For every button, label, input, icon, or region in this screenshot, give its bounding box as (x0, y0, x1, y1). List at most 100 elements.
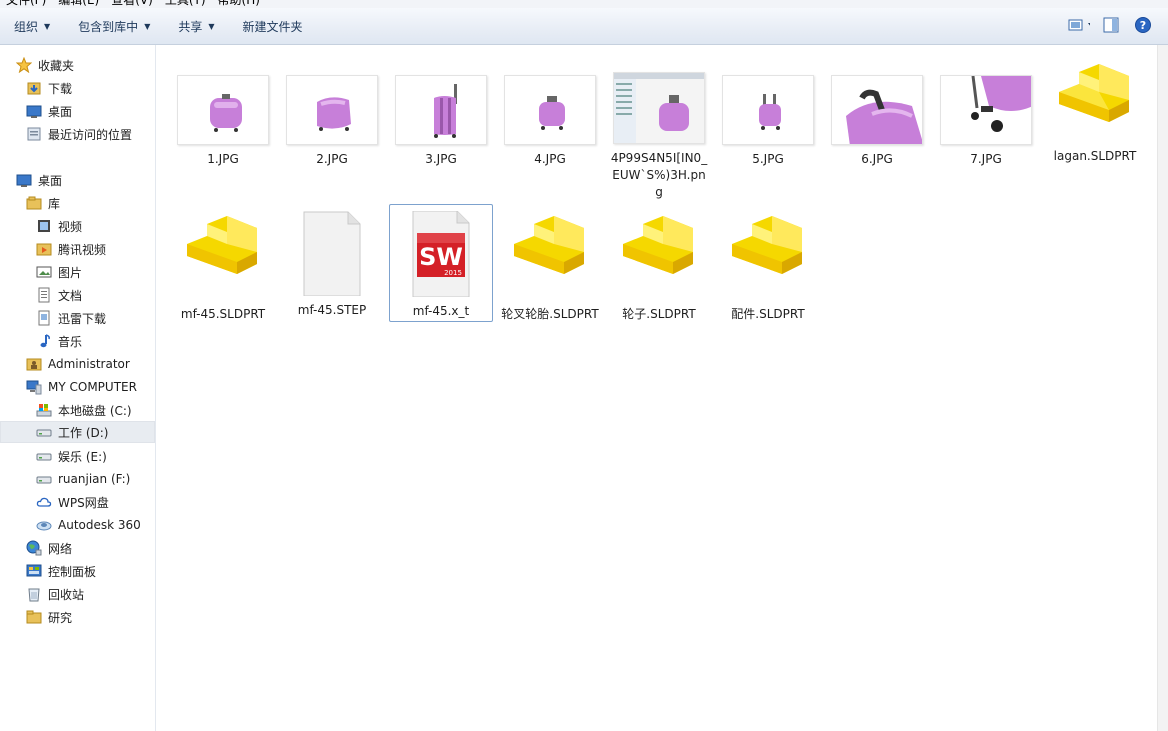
nav-autodesk[interactable]: Autodesk 360 (36, 514, 141, 536)
nav-music[interactable]: 音乐 (36, 330, 82, 352)
new-folder-button[interactable]: 新建文件夹 (229, 13, 317, 39)
file-item[interactable]: 配件.SLDPRT (716, 214, 820, 323)
menu-help[interactable]: 帮助(H) (212, 0, 266, 8)
drive-icon (36, 476, 52, 484)
include-library-button[interactable]: 包含到库中 ▼ (64, 13, 164, 39)
solidworks-part-icon (504, 214, 596, 300)
drive-icon (36, 429, 52, 437)
file-name: 1.JPG (207, 152, 239, 166)
file-item[interactable]: 轮子.SLDPRT (607, 214, 711, 323)
nav-wps-label: WPS网盘 (58, 495, 109, 510)
nav-recent-label: 最近访问的位置 (48, 127, 133, 142)
file-name: 轮子.SLDPRT (622, 307, 696, 321)
video-icon (38, 220, 50, 232)
nav-videos[interactable]: 视频 (36, 215, 82, 237)
nav-desktop-label: 桌面 (38, 173, 63, 188)
nav-drive-f-label: ruanjian (F:) (58, 472, 131, 486)
share-button[interactable]: 共享 ▼ (164, 13, 228, 39)
menu-view[interactable]: 查看(V) (105, 0, 159, 8)
nav-drive-e[interactable]: 娱乐 (E:) (36, 445, 107, 467)
solidworks-part-icon (613, 214, 705, 300)
nav-drive-f[interactable]: ruanjian (F:) (36, 468, 130, 490)
nav-drive-d[interactable]: 工作 (D:) (0, 421, 155, 443)
nav-favorites[interactable]: 收藏夹 (16, 54, 74, 76)
menu-edit[interactable]: 编辑(E) (52, 0, 105, 8)
nav-control-panel[interactable]: 控制面板 (26, 560, 96, 582)
documents-icon (38, 287, 50, 303)
nav-pictures[interactable]: 图片 (36, 261, 82, 283)
file-item[interactable]: 5.JPG (716, 75, 820, 168)
nav-wps[interactable]: WPS网盘 (36, 491, 109, 513)
solidworks-part-icon (177, 214, 269, 300)
nav-computer[interactable]: MY COMPUTER (26, 376, 137, 398)
nav-videos-label: 视频 (58, 219, 83, 234)
file-item[interactable]: 3.JPG (389, 75, 493, 168)
nav-research[interactable]: 研究 (26, 606, 72, 628)
nav-documents[interactable]: 文档 (36, 284, 82, 306)
sw-year-text: 2015 (444, 269, 462, 277)
file-item[interactable]: 6.JPG (825, 75, 929, 168)
file-item[interactable]: 4.JPG (498, 75, 602, 168)
sw-logo-text: SW (419, 243, 463, 271)
nav-downloads-label: 下载 (48, 81, 73, 96)
image-thumbnail (831, 75, 923, 145)
file-item[interactable]: mf-45.STEP (280, 210, 384, 319)
nav-drive-d-label: 工作 (D:) (58, 425, 109, 440)
nav-thunder-label: 迅雷下载 (58, 311, 107, 326)
nav-tencent-video[interactable]: 腾讯视频 (36, 238, 106, 260)
file-item[interactable]: 7.JPG (934, 75, 1038, 168)
nav-tencent-video-label: 腾讯视频 (58, 242, 107, 257)
nav-documents-label: 文档 (58, 288, 83, 303)
file-name: mf-45.x_t (412, 304, 470, 318)
nav-pictures-label: 图片 (58, 265, 83, 280)
nav-recycle-bin[interactable]: 回收站 (26, 583, 84, 605)
nav-libraries[interactable]: 库 (26, 192, 60, 214)
preview-pane-icon (1103, 17, 1119, 33)
file-item[interactable]: 2.JPG (280, 75, 384, 168)
folder-icon (26, 610, 42, 624)
file-name: mf-45.STEP (297, 303, 367, 317)
file-name: mf-45.SLDPRT (180, 307, 266, 321)
preview-pane-button[interactable] (1100, 14, 1122, 36)
file-item[interactable]: lagan.SLDPRT (1043, 62, 1147, 165)
help-button[interactable]: ? (1132, 14, 1154, 36)
nav-desktop-fav[interactable]: 桌面 (26, 100, 72, 122)
file-name: 轮叉轮胎.SLDPRT (501, 307, 599, 321)
nav-network-label: 网络 (48, 541, 73, 556)
vertical-scrollbar[interactable] (1157, 45, 1168, 731)
nav-desktop[interactable]: 桌面 (16, 169, 62, 191)
chevron-down-icon: ▼ (208, 21, 215, 31)
organize-button[interactable]: 组织 ▼ (0, 13, 64, 39)
include-library-label: 包含到库中 (78, 19, 139, 34)
nav-downloads[interactable]: 下载 (26, 77, 72, 99)
cloud-icon (36, 497, 52, 507)
file-item-selected[interactable]: SW 2015 mf-45.x_t (389, 204, 493, 322)
nav-drive-c-label: 本地磁盘 (C:) (58, 403, 132, 418)
nav-thunder[interactable]: 迅雷下载 (36, 307, 106, 329)
file-item[interactable]: mf-45.SLDPRT (171, 214, 275, 323)
nav-music-label: 音乐 (58, 334, 83, 349)
menu-file[interactable]: 文件(F) (0, 0, 52, 8)
file-name: lagan.SLDPRT (1053, 149, 1137, 163)
nav-drive-e-label: 娱乐 (E:) (58, 449, 107, 464)
view-options-button[interactable] (1068, 14, 1090, 36)
nav-network[interactable]: 网络 (26, 537, 72, 559)
nav-favorites-label: 收藏夹 (38, 58, 75, 73)
file-item[interactable]: 1.JPG (171, 75, 275, 168)
menu-tools[interactable]: 工具(T) (159, 0, 212, 8)
file-item[interactable]: 4P99S4N5I[IN0_EUW`S%)3H.png (607, 72, 711, 201)
nav-administrator[interactable]: Administrator (26, 353, 130, 375)
star-icon (16, 57, 32, 73)
autodesk-360-icon (36, 521, 52, 531)
file-item[interactable]: 轮叉轮胎.SLDPRT (498, 214, 602, 323)
downloads-folder-icon (27, 82, 41, 95)
nav-drive-c[interactable]: 本地磁盘 (C:) (36, 399, 132, 421)
desktop-icon (16, 174, 32, 187)
file-name: 4.JPG (534, 152, 566, 166)
nav-recent[interactable]: 最近访问的位置 (26, 123, 132, 145)
image-thumbnail (286, 75, 378, 145)
share-label: 共享 (178, 19, 203, 34)
solidworks-part-icon (722, 214, 814, 300)
user-folder-icon (26, 358, 42, 371)
image-thumbnail (940, 75, 1032, 145)
